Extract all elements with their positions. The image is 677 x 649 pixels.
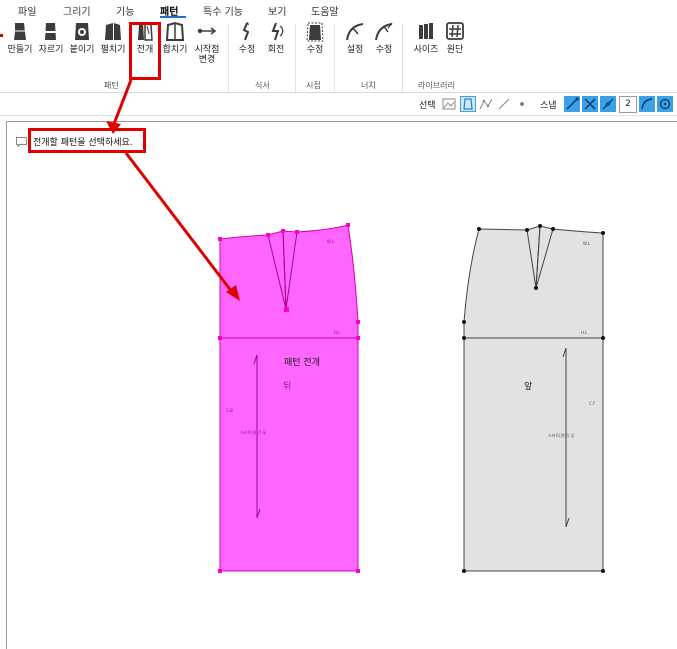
front-pattern-name: 앞 [524, 380, 532, 392]
back-vertex[interactable] [218, 336, 222, 340]
front-hip-label: H.L [581, 330, 588, 335]
back-cb-label: C.B [226, 408, 233, 413]
back-vertex[interactable] [356, 336, 360, 340]
back-vertex[interactable] [356, 569, 360, 573]
front-grain-text: 스커트(밑단) 앞 [548, 432, 575, 438]
back-vertex[interactable] [218, 569, 222, 573]
back-vertex[interactable] [295, 230, 299, 234]
pattern-drawing: 패턴 전개 뒤 W.L H.L C.B 스커트(밑단) 뒤 앞 W.L H.L … [106, 79, 605, 573]
back-pattern-name: 뒤 [283, 380, 291, 392]
back-vertex[interactable] [281, 229, 285, 233]
front-waist-label: W.L [583, 241, 591, 246]
back-vertex[interactable] [284, 307, 289, 312]
back-waist-label: W.L [327, 239, 335, 244]
front-skirt-pattern[interactable]: 앞 W.L H.L C.F 스커트(밑단) 앞 [462, 224, 605, 573]
back-vertex[interactable] [266, 233, 270, 237]
back-grain-text: 스커트(밑단) 뒤 [240, 429, 267, 435]
back-vertex[interactable] [346, 223, 350, 227]
back-skirt-pattern[interactable]: 패턴 전개 뒤 W.L H.L C.B 스커트(밑단) 뒤 [218, 223, 360, 573]
back-pattern-title: 패턴 전개 [284, 357, 320, 368]
back-hip-label: H.L [334, 330, 341, 335]
front-cf-label: C.F [589, 401, 596, 406]
back-vertex[interactable] [356, 320, 360, 324]
back-vertex[interactable] [218, 237, 222, 241]
